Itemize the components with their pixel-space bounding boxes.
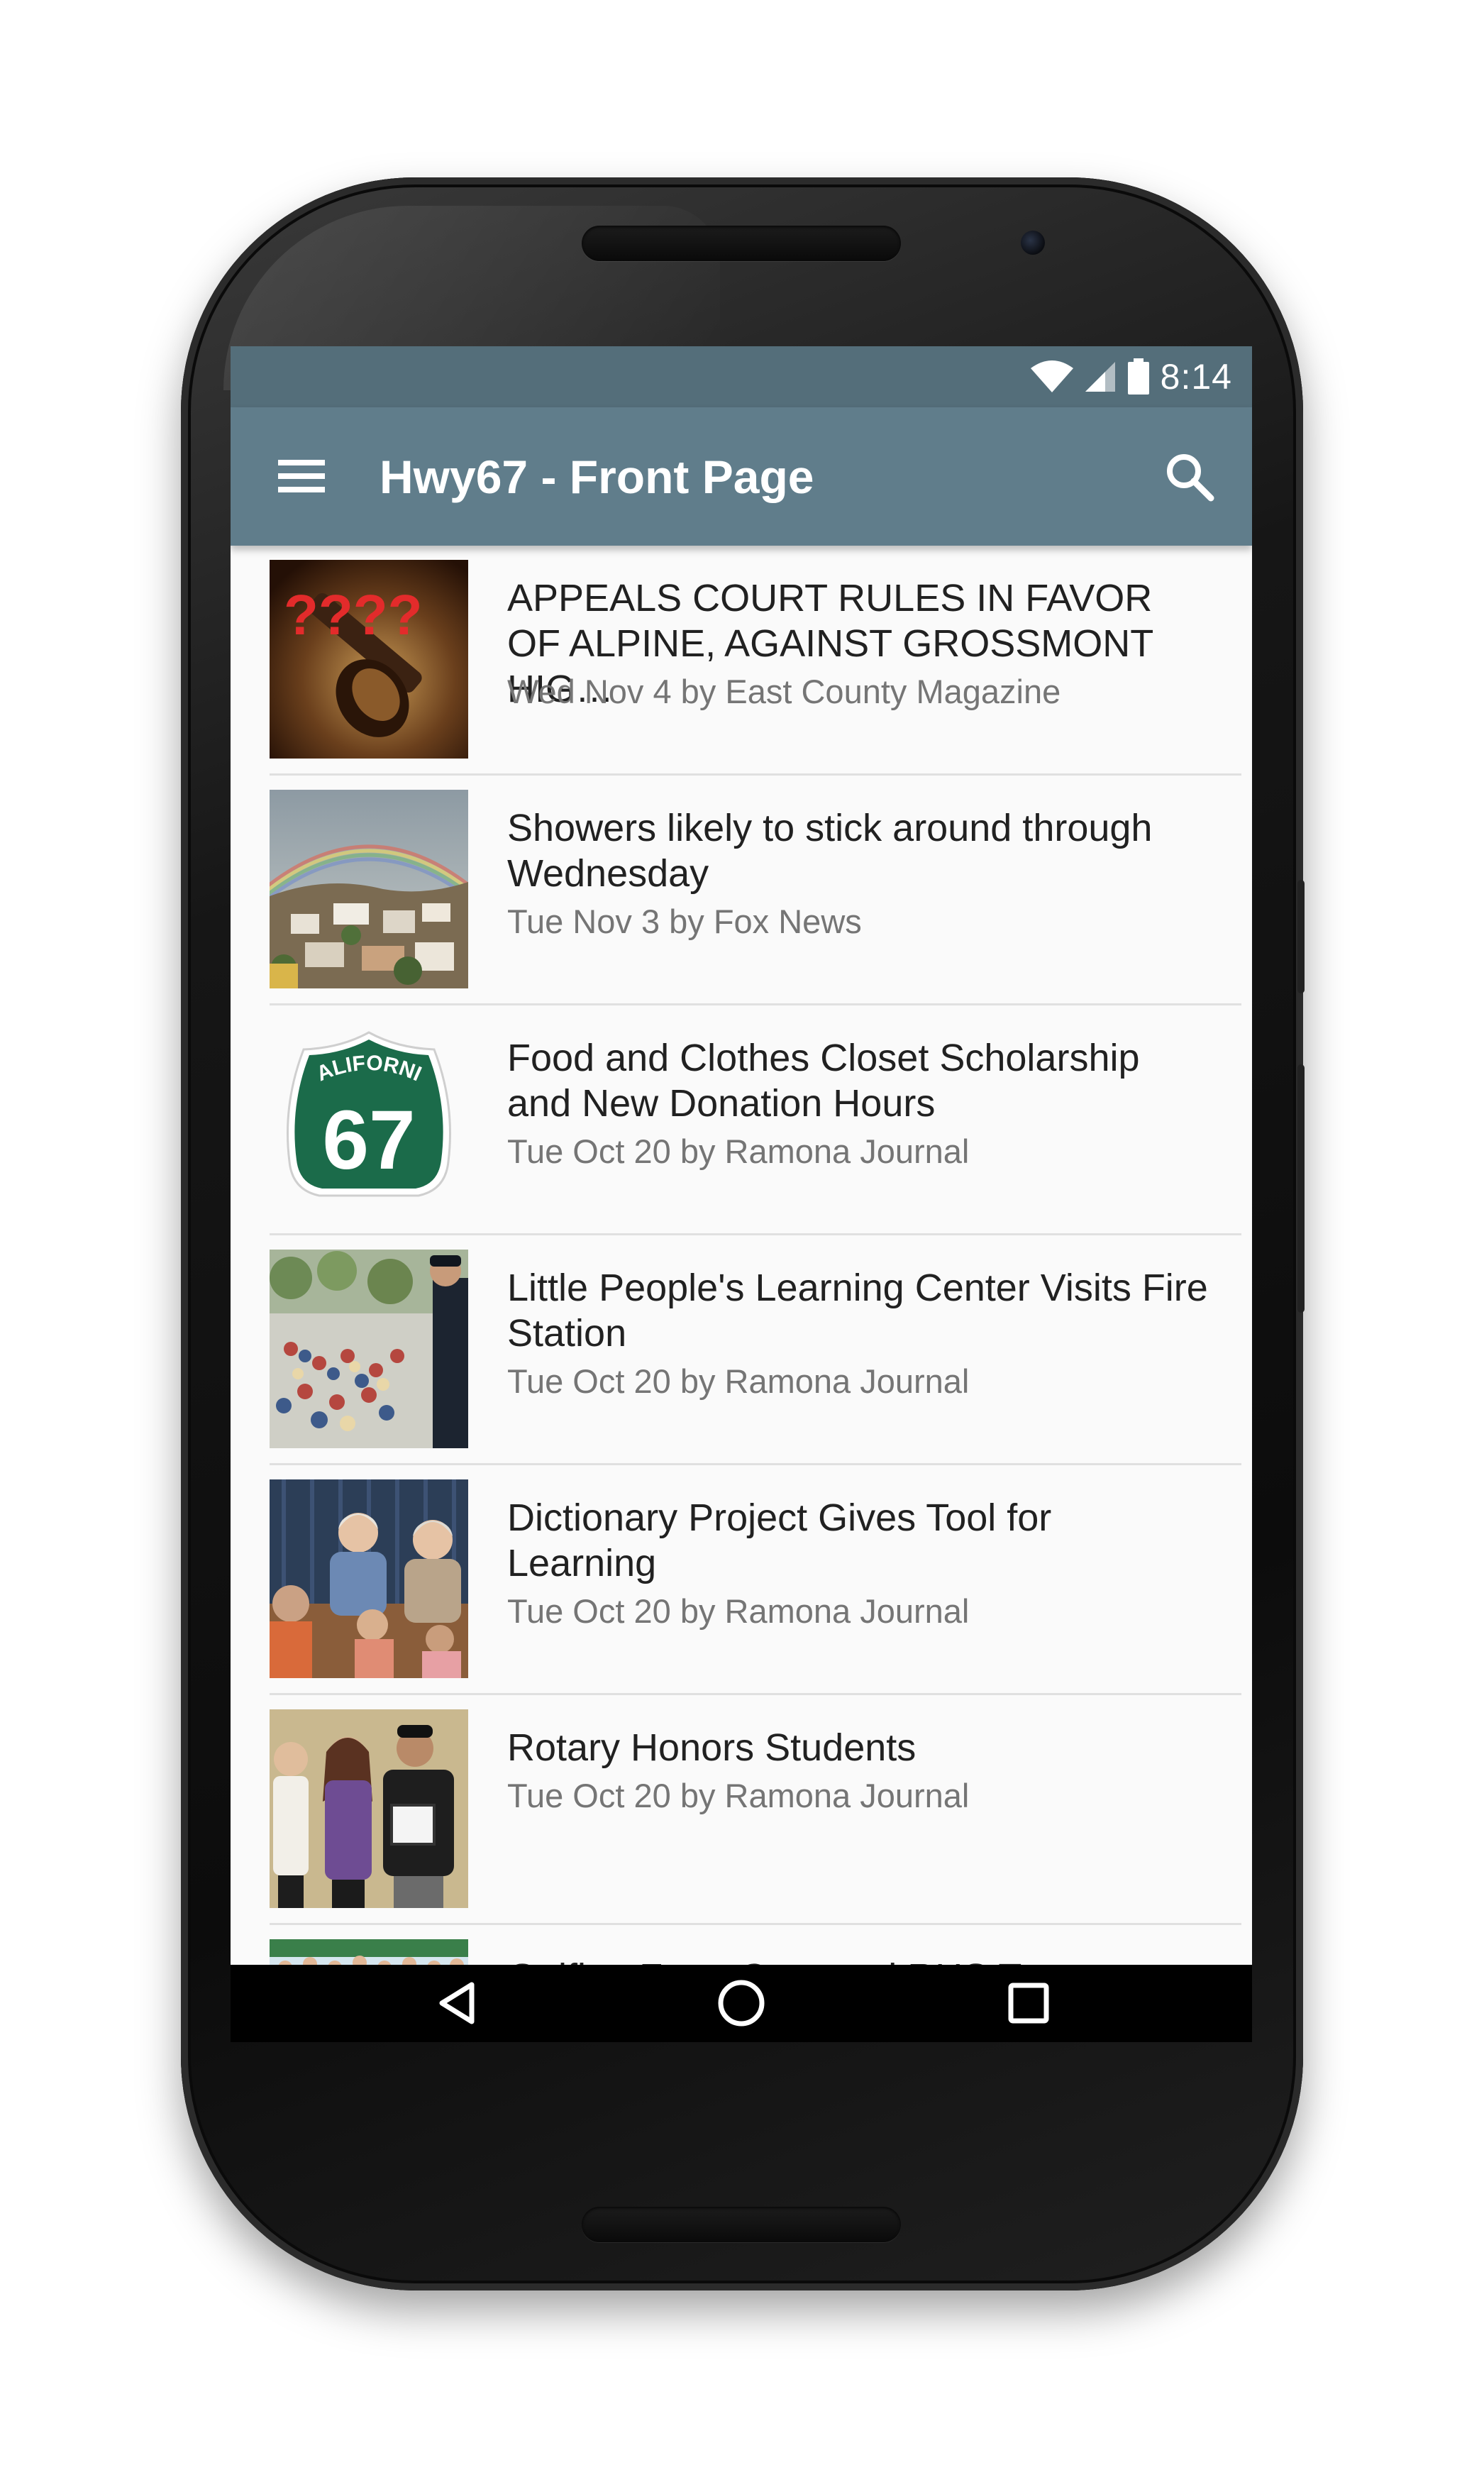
bottom-speaker-grille [582,2207,901,2242]
signal-icon [1085,362,1115,392]
article-title: Showers likely to stick around through W… [507,807,1153,895]
svg-text:????: ???? [284,583,422,646]
article-thumbnail-route-67-shield: CALIFORNIA 67 [270,1020,468,1218]
list-item-article-4[interactable]: Little People's Learning Center Visits F… [270,1235,1241,1465]
recents-square-icon[interactable] [986,1965,1071,2042]
list-item-article-5[interactable]: Dictionary Project Gives Tool for Learni… [270,1465,1241,1695]
power-button[interactable] [1297,880,1305,993]
article-title: Dictionary Project Gives Tool for Learni… [507,1496,1052,1584]
article-meta: Tue Oct 20 by Ramona Journal [507,1777,970,1814]
article-thumbnail-fire-station-kids [270,1250,468,1448]
app-bar: Hwy67 - Front Page [231,407,1252,546]
front-camera [1021,231,1045,255]
svg-text:67: 67 [322,1093,415,1187]
article-meta: Wed Nov 4 by East County Magazine [507,673,1061,710]
article-thumbnail-dictionary-project [270,1479,468,1678]
screen: 8:14 Hwy67 - Front Page ???? APPEALS COU… [231,346,1252,2042]
article-title: Little People's Learning Center Visits F… [507,1267,1208,1355]
article-title: Rotary Honors Students [507,1726,917,1769]
top-speaker-grille [582,226,901,261]
hamburger-menu-icon[interactable] [277,451,326,501]
navigation-bar [231,1965,1252,2042]
article-meta: Tue Oct 20 by Ramona Journal [507,1132,970,1170]
article-title: Golfing For a Cure and RHS Tournament [507,1955,1209,1965]
list-item-article-2[interactable]: Showers likely to stick around through W… [270,776,1241,1005]
list-item-article-3[interactable]: CALIFORNIA 67 Food and Clothes Closet Sc… [270,1005,1241,1235]
list-item-article-6[interactable]: Rotary Honors Students Tue Oct 20 by Ram… [270,1695,1241,1925]
status-time: 8:14 [1160,357,1232,397]
article-thumbnail-rainbow-town [270,790,468,988]
list-item-article-7[interactable]: Golfing For a Cure and RHS Tournament [270,1925,1241,1965]
article-meta: Tue Nov 3 by Fox News [507,903,862,940]
article-thumbnail-golf-team [270,1939,468,1965]
article-thumbnail-gavel: ???? [270,560,468,759]
list-item-article-1[interactable]: ???? APPEALS COURT RULES IN FAVOR OF ALP… [270,546,1241,776]
app-title: Hwy67 - Front Page [380,450,814,503]
article-title: Food and Clothes Closet Scholarship and … [507,1037,1140,1125]
home-circle-icon[interactable] [699,1965,784,2042]
status-icons: 8:14 [1030,346,1232,407]
wifi-icon [1030,360,1073,392]
battery-icon [1127,358,1149,395]
search-icon[interactable] [1163,450,1217,504]
article-list: ???? APPEALS COURT RULES IN FAVOR OF ALP… [231,546,1252,1965]
status-bar: 8:14 [231,346,1252,407]
volume-rocker[interactable] [1297,1064,1305,1313]
article-meta: Tue Oct 20 by Ramona Journal [507,1592,970,1630]
article-thumbnail-rotary-students [270,1709,468,1908]
article-meta: Tue Oct 20 by Ramona Journal [507,1362,970,1400]
back-triangle-icon[interactable] [415,1965,500,2042]
